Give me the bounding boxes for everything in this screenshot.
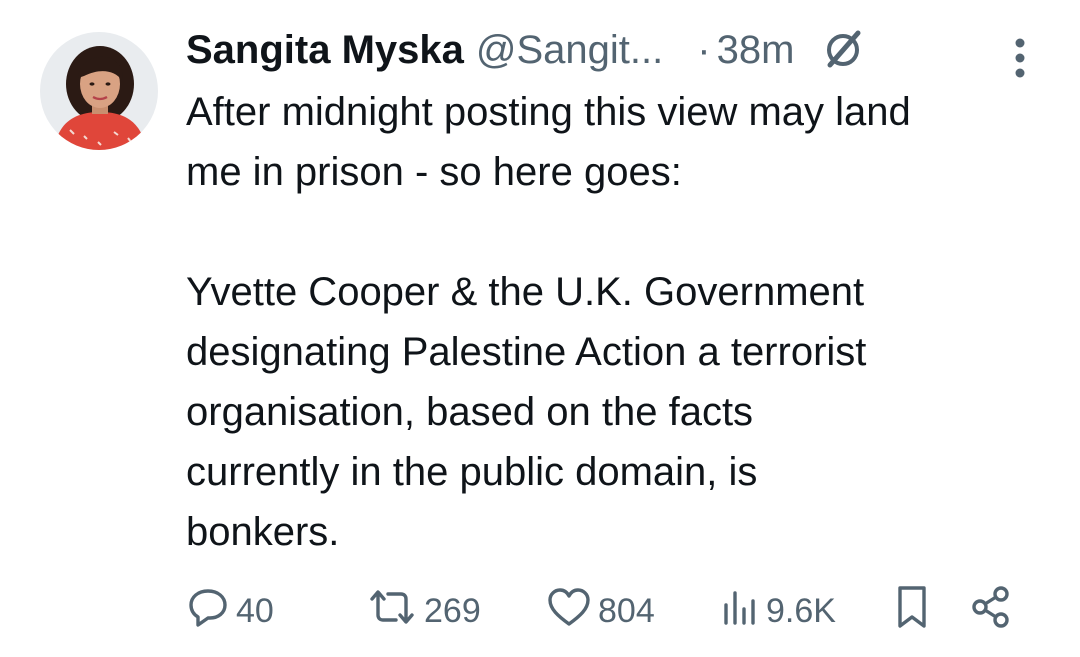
tweet-header: Sangita Myska @Sangit... · 38m bbox=[186, 22, 1040, 78]
views-count: 9.6K bbox=[766, 591, 836, 630]
timestamp[interactable]: 38m bbox=[717, 28, 795, 73]
more-vertical-icon[interactable] bbox=[1008, 34, 1032, 82]
reply-button[interactable]: 40 bbox=[186, 583, 274, 639]
repost-button[interactable]: 269 bbox=[366, 583, 481, 639]
like-count: 804 bbox=[598, 591, 655, 630]
grok-icon[interactable] bbox=[820, 27, 866, 73]
tweet-paragraph-1: After midnight posting this view may lan… bbox=[186, 90, 911, 194]
like-button[interactable]: 804 bbox=[546, 583, 655, 639]
header-separator: · bbox=[697, 27, 711, 72]
heart-icon bbox=[546, 585, 592, 638]
avatar[interactable] bbox=[40, 32, 158, 150]
reply-count: 40 bbox=[236, 591, 274, 630]
share-icon bbox=[968, 584, 1014, 639]
views-button[interactable]: 9.6K bbox=[720, 583, 836, 639]
reply-icon bbox=[186, 585, 230, 638]
bookmark-icon bbox=[892, 583, 932, 640]
repost-icon bbox=[366, 585, 418, 638]
bookmark-button[interactable] bbox=[892, 583, 932, 639]
author-name[interactable]: Sangita Myska bbox=[186, 28, 464, 73]
author-handle[interactable]: @Sangit... bbox=[476, 28, 663, 73]
action-bar: 40 269 804 9.6K bbox=[186, 583, 1036, 639]
repost-count: 269 bbox=[424, 591, 481, 630]
share-button[interactable] bbox=[968, 583, 1014, 639]
tweet-paragraph-2: Yvette Cooper & the U.K. Government desi… bbox=[186, 270, 867, 554]
tweet-text: After midnight posting this view may lan… bbox=[186, 82, 1046, 562]
views-icon bbox=[720, 585, 760, 638]
